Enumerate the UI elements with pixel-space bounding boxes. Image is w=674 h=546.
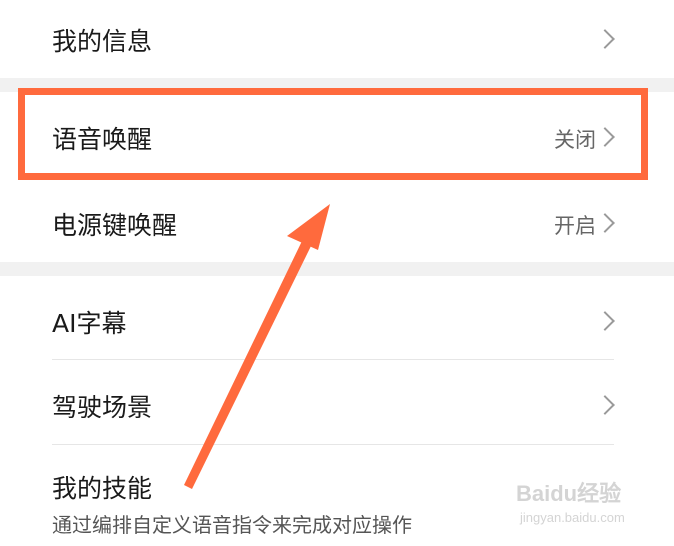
pointer-arrow-icon xyxy=(184,204,330,489)
baidu-watermark: Baidu经验 jingyan.baidu.com xyxy=(516,472,636,536)
watermark-url: jingyan.baidu.com xyxy=(520,510,625,525)
watermark-brand: Baidu经验 xyxy=(516,481,622,506)
